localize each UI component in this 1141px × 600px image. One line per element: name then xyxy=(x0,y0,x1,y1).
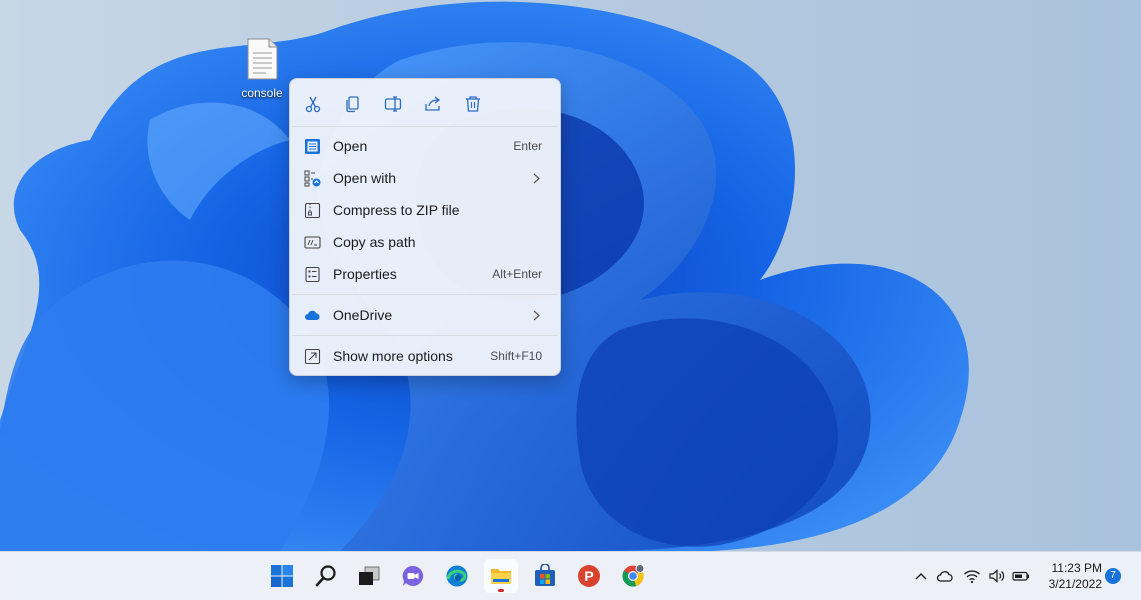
store-icon xyxy=(535,564,555,586)
menu-item-onedrive[interactable]: OneDrive xyxy=(294,300,556,330)
text-file-icon xyxy=(247,38,278,80)
menu-divider xyxy=(292,294,558,295)
menu-divider xyxy=(292,335,558,336)
chevron-right-icon xyxy=(533,310,540,321)
menu-item-properties[interactable]: Properties Alt+Enter xyxy=(294,259,556,289)
desktop[interactable]: console Open Enter Open with Compress to… xyxy=(0,0,1141,551)
file-explorer-icon xyxy=(491,569,511,584)
menu-item-shortcut: Shift+F10 xyxy=(490,349,542,363)
show-more-icon xyxy=(304,348,321,365)
app-p-icon: P xyxy=(578,565,600,587)
menu-divider xyxy=(292,126,558,127)
menu-item-label: Open xyxy=(333,138,368,154)
copy-button[interactable] xyxy=(340,91,366,117)
share-button[interactable] xyxy=(420,91,446,117)
taskbar: P 11:23 PM 3/21/2022 7 xyxy=(0,551,1141,600)
menu-item-shortcut: Alt+Enter xyxy=(492,267,542,281)
menu-item-label: Compress to ZIP file xyxy=(333,202,460,218)
rename-icon xyxy=(384,96,402,112)
notification-badge[interactable]: 7 xyxy=(1105,568,1121,584)
taskbar-file-explorer-button[interactable] xyxy=(484,559,518,593)
menu-item-open[interactable]: Open Enter xyxy=(294,131,556,161)
taskbar-task-view-button[interactable] xyxy=(352,559,386,593)
delete-icon xyxy=(466,96,480,112)
menu-item-label: OneDrive xyxy=(333,307,393,323)
menu-item-show-more-options[interactable]: Show more options Shift+F10 xyxy=(294,341,556,371)
chevron-up-icon[interactable] xyxy=(912,568,930,584)
menu-item-open-with[interactable]: Open with xyxy=(294,163,556,193)
rename-button[interactable] xyxy=(380,91,406,117)
cut-button[interactable] xyxy=(300,91,326,117)
desktop-file-console[interactable]: console xyxy=(228,36,296,102)
menu-item-label: Open with xyxy=(333,170,397,186)
taskbar-chrome-button[interactable] xyxy=(616,559,650,593)
properties-icon xyxy=(305,266,320,283)
menu-item-label: Show more options xyxy=(333,348,453,364)
app-p-letter: P xyxy=(584,568,593,584)
taskbar-edge-button[interactable] xyxy=(440,559,474,593)
open-icon xyxy=(305,139,320,154)
cut-icon xyxy=(305,96,321,113)
start-icon xyxy=(271,565,293,587)
wifi-icon[interactable] xyxy=(963,568,981,584)
copy-path-icon xyxy=(304,236,321,249)
menu-item-label: Properties xyxy=(333,266,397,282)
delete-button[interactable] xyxy=(460,91,486,117)
volume-icon[interactable] xyxy=(988,568,1006,584)
edge-icon xyxy=(446,565,468,587)
chevron-right-icon xyxy=(533,173,540,184)
taskbar-clock[interactable]: 11:23 PM 3/21/2022 xyxy=(1040,560,1102,592)
clock-time: 11:23 PM xyxy=(1051,561,1102,575)
wallpaper-bloom xyxy=(0,1,969,551)
menu-item-copy-as-path[interactable]: Copy as path xyxy=(294,227,556,257)
quick-actions-bar xyxy=(290,79,560,125)
menu-item-label: Copy as path xyxy=(333,234,416,250)
context-menu: Open Enter Open with Compress to ZIP fil… xyxy=(289,78,561,376)
zip-icon xyxy=(304,202,321,219)
desktop-file-label: console xyxy=(241,86,283,100)
cloud-icon[interactable] xyxy=(936,568,954,584)
menu-item-compress-zip[interactable]: Compress to ZIP file xyxy=(294,195,556,225)
task-view-icon xyxy=(359,566,380,585)
taskbar-app-p-button[interactable]: P xyxy=(572,559,606,593)
taskbar-chat-button[interactable] xyxy=(396,559,430,593)
chrome-icon xyxy=(622,564,645,587)
copy-icon xyxy=(346,96,359,113)
taskbar-store-button[interactable] xyxy=(528,559,562,593)
taskbar-start-button[interactable] xyxy=(265,559,299,593)
open-with-icon xyxy=(304,170,321,187)
onedrive-icon xyxy=(305,310,320,320)
chat-icon xyxy=(402,565,424,586)
taskbar-search-button[interactable] xyxy=(309,559,343,593)
menu-item-shortcut: Enter xyxy=(513,139,542,153)
battery-icon[interactable] xyxy=(1012,568,1030,584)
share-icon xyxy=(425,96,441,111)
search-icon xyxy=(315,565,336,587)
clock-date: 3/21/2022 xyxy=(1048,577,1102,591)
active-indicator xyxy=(498,589,504,592)
